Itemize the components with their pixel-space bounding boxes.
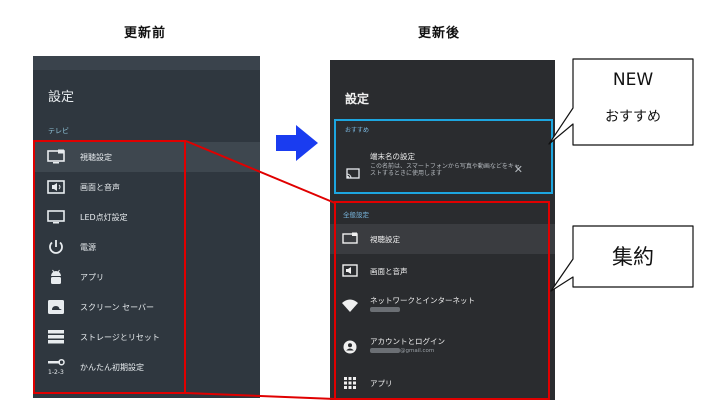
callout-consolidate-label: 集約 xyxy=(612,245,654,269)
callout-new-recommend: NEW おすすめ xyxy=(545,58,695,158)
connector-line-bottom xyxy=(185,392,336,400)
callout-consolidate: 集約 xyxy=(545,225,695,297)
callout-new-label: NEW xyxy=(612,70,654,90)
connector-line-top xyxy=(185,140,336,204)
callout-recommend-label: おすすめ xyxy=(605,109,661,125)
